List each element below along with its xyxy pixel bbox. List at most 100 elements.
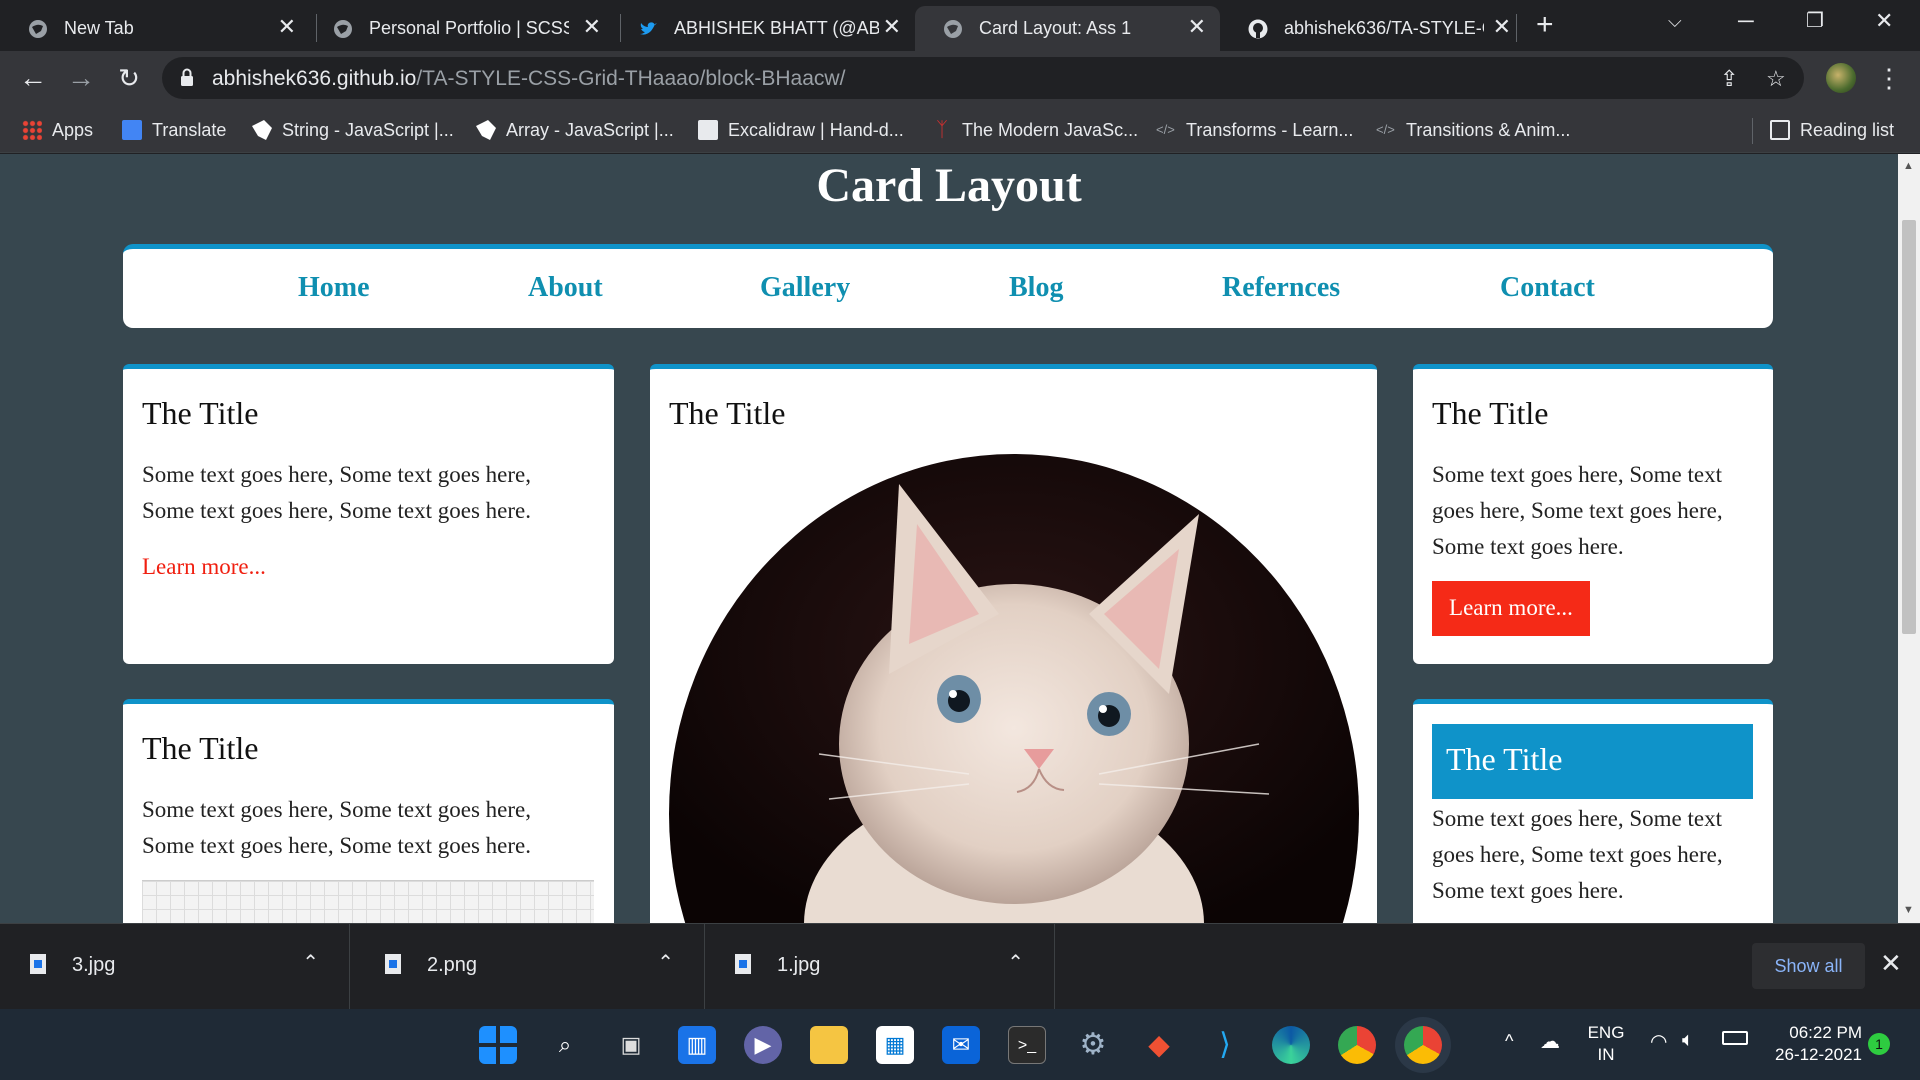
scroll-up-arrow-icon[interactable]: ▲ <box>1903 160 1914 172</box>
windows-start-icon[interactable] <box>479 1026 517 1064</box>
downloads-bar: 3.jpg ⌃ 2.png ⌃ 1.jpg ⌃ Show all ✕ <box>0 923 1920 1010</box>
bookmark-string-js[interactable]: String - JavaScript |... <box>252 116 454 144</box>
learn-more-button[interactable]: Learn more... <box>1432 581 1590 636</box>
nav-link-gallery[interactable]: Gallery <box>760 272 850 304</box>
close-tab-icon[interactable]: ✕ <box>278 16 296 38</box>
javascript-info-icon: ᛉ <box>936 119 948 141</box>
close-tab-icon[interactable]: ✕ <box>583 16 601 38</box>
forward-arrow-icon[interactable]: → <box>64 61 98 95</box>
battery-icon[interactable] <box>1722 1031 1748 1045</box>
browser-menu-icon[interactable]: ⋮ <box>1876 59 1902 97</box>
close-tab-icon[interactable]: ✕ <box>1188 16 1206 38</box>
tab-divider <box>1516 14 1517 42</box>
share-icon[interactable]: ⇪ <box>1720 66 1738 92</box>
twitter-icon <box>640 22 657 35</box>
search-icon[interactable]: ⌕ <box>546 1026 584 1064</box>
grid-image <box>142 880 594 923</box>
tab-twitter[interactable]: ABHISHEK BHATT (@ABH ✕ <box>610 6 915 51</box>
reload-icon[interactable]: ↻ <box>112 61 146 95</box>
learn-more-link[interactable]: Learn more... <box>142 554 266 580</box>
nav-link-about[interactable]: About <box>528 272 603 304</box>
close-downloads-icon[interactable]: ✕ <box>1880 948 1902 979</box>
tab-search-chevron-icon[interactable]: ⌵ <box>1668 6 1682 36</box>
globe-icon <box>29 20 47 38</box>
tab-github[interactable]: abhishek636/TA-STYLE-C ✕ <box>1220 6 1525 51</box>
nav-link-references[interactable]: Refernces <box>1222 272 1340 304</box>
apps-grid-icon <box>22 120 42 140</box>
tab-new-tab[interactable]: New Tab ✕ <box>0 6 310 51</box>
close-window-icon[interactable]: ✕ <box>1875 6 1893 36</box>
bookmark-label: The Modern JavaSc... <box>962 119 1139 140</box>
download-item[interactable]: 3.jpg ⌃ <box>0 924 350 1010</box>
bookmark-translate[interactable]: Translate <box>122 116 226 144</box>
close-tab-icon[interactable]: ✕ <box>1493 16 1511 38</box>
bookmark-modern-js[interactable]: ᛉ The Modern JavaSc... <box>932 116 1138 144</box>
clock[interactable]: 06:22 PM 26-12-2021 <box>1762 1022 1862 1066</box>
download-filename: 1.jpg <box>777 954 821 976</box>
bookmark-reading-list[interactable]: Reading list <box>1770 116 1894 144</box>
bookmark-array-js[interactable]: Array - JavaScript |... <box>476 116 674 144</box>
mdn-icon <box>252 120 272 140</box>
notification-badge[interactable]: 1 <box>1868 1033 1890 1055</box>
tab-label: New Tab <box>64 18 134 38</box>
microsoft-store-icon[interactable]: ▦ <box>876 1026 914 1064</box>
vscode-icon[interactable]: ⟩ <box>1206 1026 1244 1064</box>
tray-overflow-chevron-icon[interactable]: ^ <box>1505 1031 1513 1052</box>
nav-link-blog[interactable]: Blog <box>1009 272 1063 304</box>
language-code: ENG <box>1587 1023 1625 1042</box>
bookmark-star-icon[interactable]: ☆ <box>1766 66 1786 92</box>
show-all-button[interactable]: Show all <box>1752 943 1865 989</box>
volume-icon[interactable]: 🔈︎ <box>1682 1029 1694 1052</box>
globe-icon <box>944 20 962 38</box>
new-tab-button[interactable]: + <box>1536 8 1554 42</box>
url-domain: abhishek636.github.io <box>212 67 417 90</box>
close-tab-icon[interactable]: ✕ <box>883 16 901 38</box>
widgets-icon[interactable]: ▥ <box>678 1026 716 1064</box>
bookmark-transitions[interactable]: </> Transitions & Anim... <box>1376 116 1570 144</box>
onedrive-cloud-icon[interactable]: ☁ <box>1540 1029 1560 1054</box>
card-text: Some text goes here, Some text goes here… <box>142 462 531 523</box>
card-text: Some text goes here, Some text goes here… <box>1432 462 1723 559</box>
excalidraw-icon <box>698 120 718 140</box>
bookmark-transforms[interactable]: </> Transforms - Learn... <box>1156 116 1353 144</box>
wifi-icon[interactable]: ◠ <box>1650 1029 1667 1054</box>
chevron-up-icon[interactable]: ⌃ <box>1007 950 1024 975</box>
terminal-icon[interactable]: >_ <box>1008 1026 1046 1064</box>
chrome-active-icon[interactable] <box>1404 1026 1442 1064</box>
card: The Title Some text goes here, Some text… <box>1413 364 1773 664</box>
teams-chat-icon[interactable]: ▶ <box>744 1026 782 1064</box>
tab-card-layout[interactable]: Card Layout: Ass 1 ✕ <box>915 6 1220 51</box>
bookmark-excalidraw[interactable]: Excalidraw | Hand-d... <box>698 116 904 144</box>
minimize-icon[interactable]: ─ <box>1738 6 1754 36</box>
file-explorer-icon[interactable] <box>810 1026 848 1064</box>
page-scrollbar[interactable]: ▲ ▼ <box>1898 154 1920 923</box>
download-item[interactable]: 2.png ⌃ <box>355 924 705 1010</box>
tab-portfolio[interactable]: Personal Portfolio | SCSS, ( ✕ <box>305 6 615 51</box>
code-icon: </> <box>1156 122 1175 137</box>
scrollbar-thumb[interactable] <box>1902 220 1916 634</box>
bookmark-label: Excalidraw | Hand-d... <box>728 119 904 140</box>
nav-link-contact[interactable]: Contact <box>1500 272 1595 304</box>
chevron-up-icon[interactable]: ⌃ <box>657 950 674 975</box>
profile-avatar[interactable] <box>1826 63 1856 93</box>
settings-gear-icon[interactable]: ⚙ <box>1074 1026 1112 1064</box>
chrome-icon[interactable] <box>1338 1026 1376 1064</box>
task-view-icon[interactable]: ▣ <box>612 1026 650 1064</box>
address-bar[interactable]: abhishek636.github.io/TA-STYLE-CSS-Grid-… <box>162 57 1804 99</box>
page-viewport: Card Layout Home About Gallery Blog Refe… <box>0 154 1898 923</box>
scroll-down-arrow-icon[interactable]: ▼ <box>1903 904 1914 916</box>
restore-icon[interactable]: ❐ <box>1806 6 1824 36</box>
language-indicator[interactable]: ENG IN <box>1582 1022 1630 1066</box>
mail-icon[interactable]: ✉ <box>942 1026 980 1064</box>
globe-icon <box>334 20 352 38</box>
download-filename: 2.png <box>427 954 478 976</box>
chevron-up-icon[interactable]: ⌃ <box>302 950 319 975</box>
edge-browser-icon[interactable] <box>1272 1026 1310 1064</box>
card: The Title Some text goes here, Some text… <box>123 364 614 664</box>
tab-label: abhishek636/TA-STYLE-C <box>1284 18 1484 38</box>
git-icon[interactable]: ◆ <box>1140 1026 1178 1064</box>
download-item[interactable]: 1.jpg ⌃ <box>705 924 1055 1010</box>
nav-link-home[interactable]: Home <box>298 272 370 304</box>
back-arrow-icon[interactable]: ← <box>16 61 50 95</box>
bookmark-apps[interactable]: Apps <box>22 116 93 144</box>
